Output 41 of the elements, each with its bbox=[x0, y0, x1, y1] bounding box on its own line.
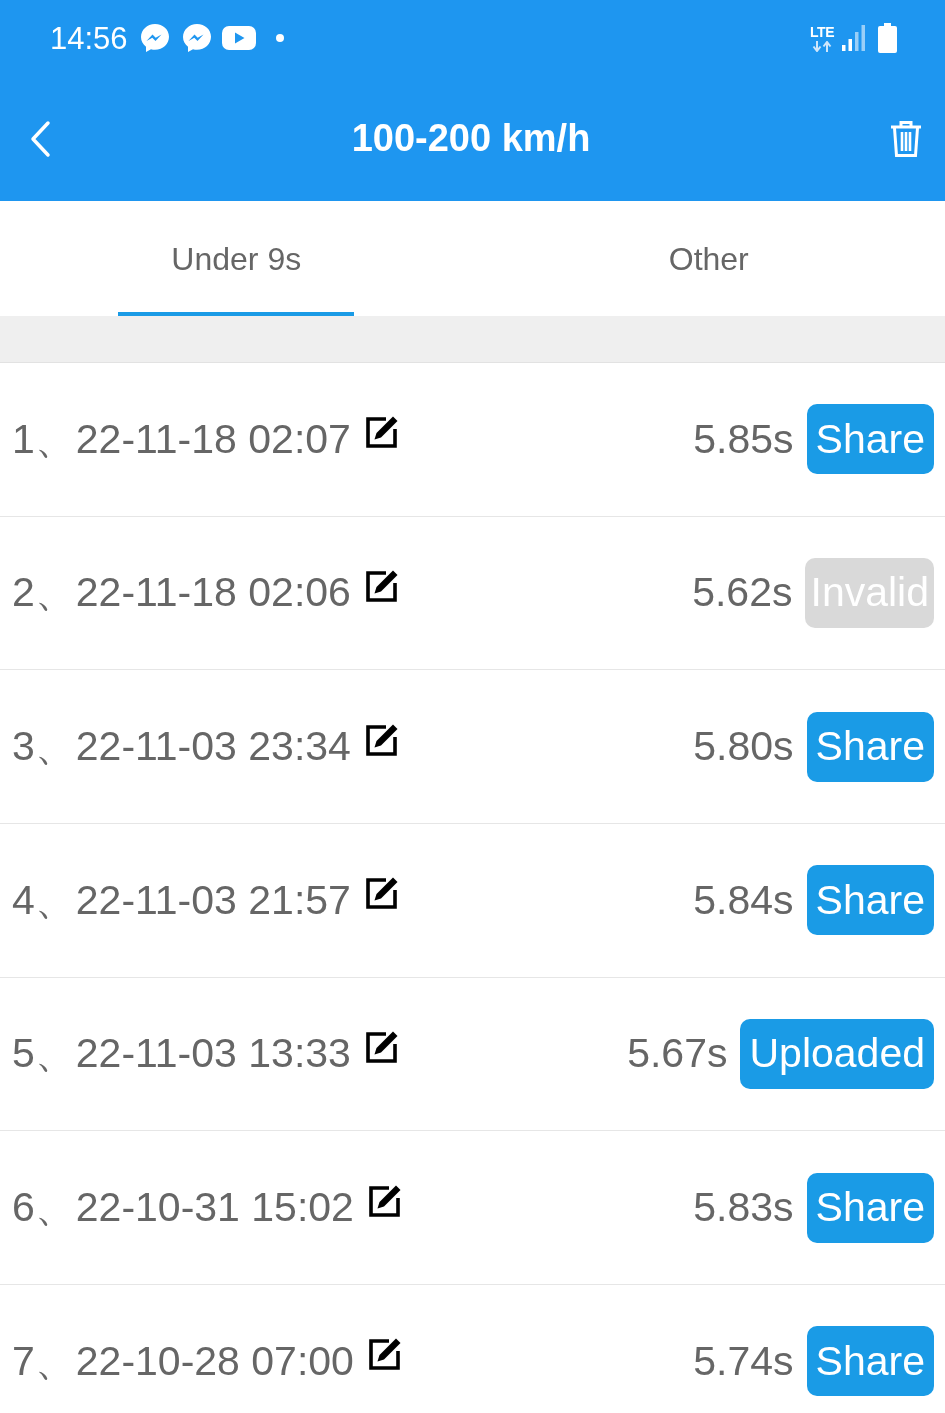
back-chevron-icon bbox=[28, 119, 52, 158]
dot-icon bbox=[275, 34, 284, 42]
back-button[interactable] bbox=[28, 119, 52, 158]
edit-icon[interactable] bbox=[364, 415, 399, 450]
signal-icon bbox=[842, 25, 866, 51]
edit-icon[interactable] bbox=[367, 1337, 402, 1372]
action-button[interactable]: Share bbox=[806, 1326, 934, 1397]
battery-icon bbox=[878, 23, 897, 53]
record-date: 3、22-11-03 23:34 bbox=[12, 726, 351, 768]
record-date: 7、22-10-28 07:00 bbox=[12, 1340, 354, 1382]
record-date: 6、22-10-31 15:02 bbox=[12, 1187, 354, 1229]
edit-icon[interactable] bbox=[364, 569, 399, 603]
record-time: 5.85s bbox=[693, 418, 794, 460]
record-time: 5.62s bbox=[692, 572, 793, 614]
chat-bubble-icon bbox=[139, 23, 170, 53]
action-button[interactable]: Uploaded bbox=[740, 1018, 934, 1089]
record-date: 5、22-11-03 13:33 bbox=[12, 1033, 351, 1075]
delete-button[interactable] bbox=[890, 120, 922, 157]
chat-bubble-icon bbox=[181, 23, 212, 53]
record-time: 5.80s bbox=[693, 726, 794, 768]
action-button[interactable]: Share bbox=[806, 865, 934, 936]
play-button-icon bbox=[221, 26, 256, 50]
edit-icon[interactable] bbox=[364, 1029, 399, 1064]
action-button[interactable]: Share bbox=[806, 404, 934, 475]
data-arrows-icon bbox=[812, 40, 833, 52]
page-title: 100-200 km/h bbox=[351, 117, 591, 159]
action-button[interactable]: Share bbox=[806, 711, 934, 782]
edit-icon[interactable] bbox=[367, 1183, 402, 1218]
record-time: 5.74s bbox=[693, 1340, 794, 1382]
action-button[interactable]: Share bbox=[806, 1172, 934, 1243]
record-time: 5.84s bbox=[693, 879, 794, 921]
record-date: 1、22-11-18 02:07 bbox=[12, 418, 351, 460]
record-time: 5.83s bbox=[693, 1187, 794, 1229]
record-date: 2、22-11-18 02:06 bbox=[12, 572, 351, 614]
status-time: 14:56 bbox=[50, 22, 128, 54]
edit-icon[interactable] bbox=[364, 722, 399, 757]
record-time: 5.67s bbox=[627, 1033, 728, 1075]
trash-icon bbox=[890, 120, 922, 157]
network-type: LTE bbox=[810, 24, 834, 39]
record-date: 4、22-11-03 21:57 bbox=[12, 879, 351, 921]
edit-icon[interactable] bbox=[364, 876, 399, 911]
